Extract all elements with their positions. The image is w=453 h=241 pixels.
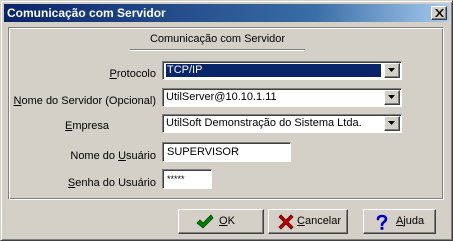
- ok-button[interactable]: OK: [178, 209, 264, 234]
- check-icon: [196, 214, 214, 229]
- ok-label: OK: [219, 215, 235, 227]
- empresa-label: Empresa: [64, 120, 109, 132]
- ajuda-label: Ajuda: [396, 215, 425, 227]
- protocolo-label: Protocolo: [109, 68, 156, 80]
- servidor-value: UtilServer@10.10.1.11: [166, 91, 277, 103]
- cancelar-button[interactable]: Cancelar: [268, 209, 348, 234]
- empresa-combobox[interactable]: UtilSoft Demonstração do Sistema Ltda.: [162, 114, 402, 133]
- close-button[interactable]: [431, 6, 447, 20]
- empresa-value: UtilSoft Demonstração do Sistema Ltda.: [166, 117, 362, 129]
- chevron-down-icon: [388, 68, 395, 72]
- protocolo-combobox[interactable]: TCP/IP: [162, 61, 402, 80]
- senha-label: Senha do Usuário: [67, 177, 156, 189]
- servidor-label: Nome do Servidor (Opcional): [13, 95, 156, 107]
- group-title: Comunicação com Servidor: [149, 33, 286, 45]
- empresa-dropdown-button[interactable]: [384, 116, 400, 131]
- window-title: Comunicação com Servidor: [7, 6, 166, 20]
- close-icon: [435, 9, 444, 17]
- cancelar-label: Cancelar: [297, 215, 342, 227]
- usuario-label: Nome do Usuário: [70, 150, 156, 162]
- chevron-down-icon: [388, 95, 395, 99]
- question-icon: [376, 214, 388, 230]
- protocolo-dropdown-button[interactable]: [384, 63, 400, 78]
- usuario-input[interactable]: SUPERVISOR: [162, 142, 291, 162]
- group-title-underline: [130, 49, 305, 51]
- x-icon: [278, 214, 294, 230]
- ajuda-button[interactable]: Ajuda: [363, 209, 436, 234]
- title-bar[interactable]: Comunicação com Servidor: [4, 4, 449, 22]
- chevron-down-icon: [388, 121, 395, 125]
- servidor-dropdown-button[interactable]: [384, 90, 400, 105]
- servidor-combobox[interactable]: UtilServer@10.10.1.11: [162, 88, 402, 107]
- senha-input[interactable]: *****: [162, 169, 212, 189]
- protocolo-value: TCP/IP: [165, 63, 382, 78]
